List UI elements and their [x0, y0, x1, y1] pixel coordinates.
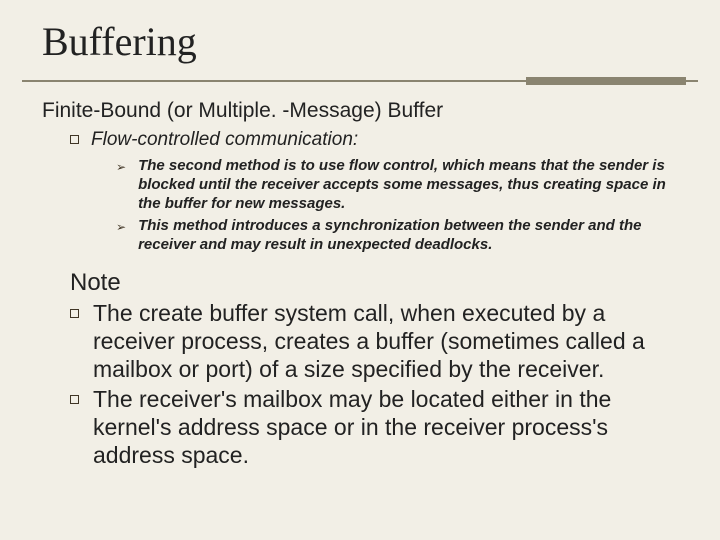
- arrow-bullet-icon: ➢: [116, 220, 126, 235]
- note-text: The receiver's mailbox may be located ei…: [93, 385, 678, 469]
- list-subitem: ➢ This method introduces a synchronizati…: [116, 217, 678, 255]
- list-item: The create buffer system call, when exec…: [70, 299, 678, 383]
- square-bullet-icon: [70, 135, 79, 144]
- list-item: Flow-controlled communication:: [70, 129, 678, 151]
- list-item-label: Flow-controlled communication:: [91, 129, 358, 151]
- divider: [42, 73, 678, 89]
- arrow-bullet-icon: ➢: [116, 160, 126, 175]
- list-subitem-text: This method introduces a synchronization…: [138, 217, 678, 255]
- list-item: The receiver's mailbox may be located ei…: [70, 385, 678, 469]
- square-bullet-icon: [70, 395, 79, 404]
- slide: Buffering Finite-Bound (or Multiple. -Me…: [0, 0, 720, 540]
- section-subtitle: Finite-Bound (or Multiple. -Message) Buf…: [42, 99, 678, 123]
- note-heading: Note: [70, 269, 678, 297]
- note-text: The create buffer system call, when exec…: [93, 299, 678, 383]
- slide-title: Buffering: [42, 18, 678, 65]
- divider-accent: [526, 77, 686, 85]
- list-subitem-text: The second method is to use flow control…: [138, 157, 678, 213]
- list-subitem: ➢ The second method is to use flow contr…: [116, 157, 678, 213]
- square-bullet-icon: [70, 309, 79, 318]
